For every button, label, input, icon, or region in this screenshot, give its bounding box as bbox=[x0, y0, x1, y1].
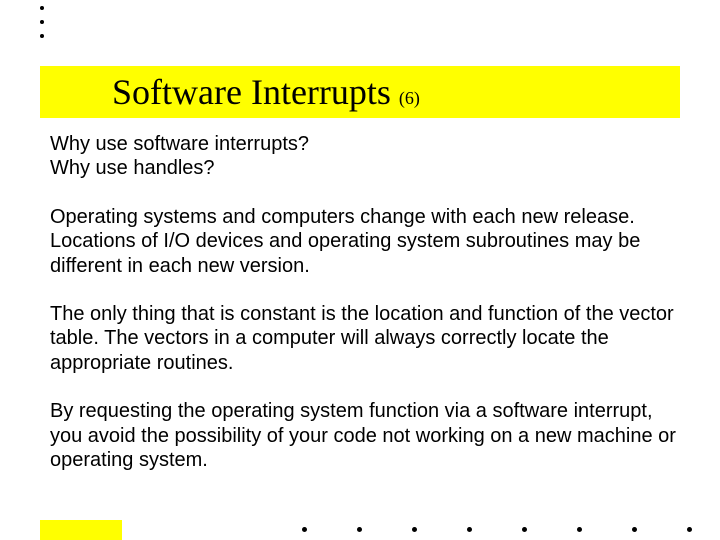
decor-dot bbox=[412, 527, 417, 532]
title-suffix: (6) bbox=[399, 88, 420, 109]
decor-dot bbox=[40, 6, 44, 10]
slide: Software Interrupts (6) Why use software… bbox=[0, 0, 720, 540]
slide-body: Why use software interrupts? Why use han… bbox=[50, 132, 680, 472]
slide-title: Software Interrupts (6) bbox=[40, 71, 420, 113]
question-2: Why use handles? bbox=[50, 156, 680, 180]
decor-dot bbox=[40, 20, 44, 24]
paragraph-2: The only thing that is constant is the l… bbox=[50, 302, 680, 375]
paragraph-3: By requesting the operating system funct… bbox=[50, 399, 680, 472]
question-1: Why use software interrupts? bbox=[50, 132, 680, 156]
title-bar: Software Interrupts (6) bbox=[40, 66, 680, 118]
top-decor-dots bbox=[40, 6, 44, 38]
decor-dot bbox=[302, 527, 307, 532]
paragraph-1: Operating systems and computers change w… bbox=[50, 205, 680, 278]
decor-dot bbox=[357, 527, 362, 532]
decor-dot bbox=[467, 527, 472, 532]
bottom-decor-dots bbox=[302, 527, 692, 532]
decor-dot bbox=[687, 527, 692, 532]
intro-questions: Why use software interrupts? Why use han… bbox=[50, 132, 680, 181]
decor-dot bbox=[632, 527, 637, 532]
decor-dot bbox=[577, 527, 582, 532]
title-main: Software Interrupts bbox=[112, 71, 391, 113]
decor-dot bbox=[40, 34, 44, 38]
bottom-accent-strip bbox=[40, 520, 122, 540]
decor-dot bbox=[522, 527, 527, 532]
